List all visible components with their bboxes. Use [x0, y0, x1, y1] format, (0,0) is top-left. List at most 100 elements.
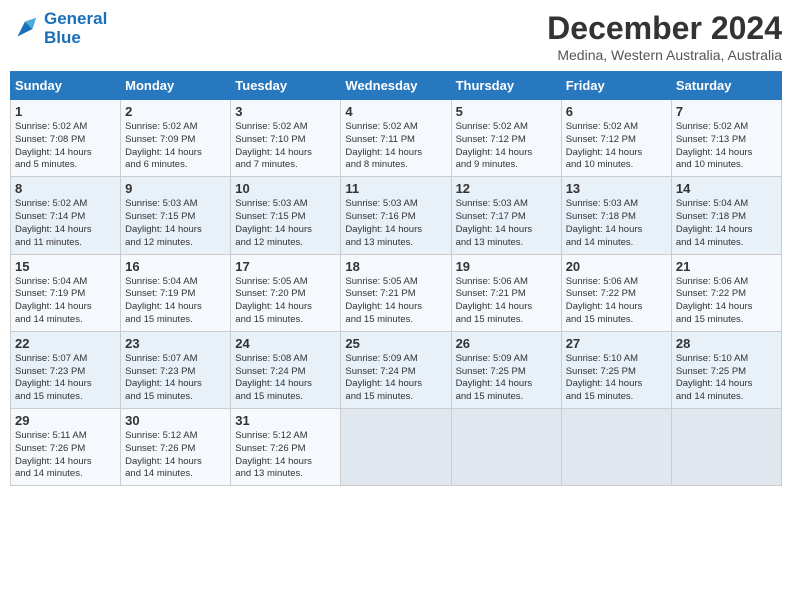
day-cell: 11Sunrise: 5:03 AM Sunset: 7:16 PM Dayli… [341, 177, 451, 254]
day-number: 19 [456, 259, 557, 274]
day-cell: 1 Sunrise: 5:02 AM Sunset: 7:08 PM Daylig… [11, 100, 121, 177]
day-info: Sunrise: 5:06 AM Sunset: 7:22 PM Dayligh… [566, 276, 667, 327]
day-number: 18 [345, 259, 446, 274]
day-cell: 7 Sunrise: 5:02 AM Sunset: 7:13 PM Daylig… [671, 100, 781, 177]
day-number: 8 [15, 181, 116, 196]
day-number: 5 [456, 104, 557, 119]
calendar-subtitle: Medina, Western Australia, Australia [547, 47, 782, 63]
header-cell-thursday: Thursday [451, 72, 561, 100]
day-info: Sunrise: 5:09 AM Sunset: 7:24 PM Dayligh… [345, 353, 446, 404]
week-row-4: 22Sunrise: 5:07 AM Sunset: 7:23 PM Dayli… [11, 331, 782, 408]
day-info: Sunrise: 5:03 AM Sunset: 7:17 PM Dayligh… [456, 198, 557, 249]
day-info: Sunrise: 5:05 AM Sunset: 7:21 PM Dayligh… [345, 276, 446, 327]
day-info: Sunrise: 5:03 AM Sunset: 7:16 PM Dayligh… [345, 198, 446, 249]
day-cell: 9 Sunrise: 5:03 AM Sunset: 7:15 PM Daylig… [121, 177, 231, 254]
day-number: 31 [235, 413, 336, 428]
day-info: Sunrise: 5:02 AM Sunset: 7:13 PM Dayligh… [676, 121, 777, 172]
header-row: SundayMondayTuesdayWednesdayThursdayFrid… [11, 72, 782, 100]
day-info: Sunrise: 5:10 AM Sunset: 7:25 PM Dayligh… [676, 353, 777, 404]
day-info: Sunrise: 5:03 AM Sunset: 7:15 PM Dayligh… [235, 198, 336, 249]
header-cell-friday: Friday [561, 72, 671, 100]
day-info: Sunrise: 5:03 AM Sunset: 7:18 PM Dayligh… [566, 198, 667, 249]
day-number: 1 [15, 104, 116, 119]
page-header: General Blue December 2024 Medina, Weste… [10, 10, 782, 63]
day-cell: 17 Sunrise: 5:05 AM Sunset: 7:20 PM Dayli… [231, 254, 341, 331]
day-cell: 18 Sunrise: 5:05 AM Sunset: 7:21 PM Dayli… [341, 254, 451, 331]
day-number: 30 [125, 413, 226, 428]
day-info: Sunrise: 5:09 AM Sunset: 7:25 PM Dayligh… [456, 353, 557, 404]
day-number: 3 [235, 104, 336, 119]
day-info: Sunrise: 5:04 AM Sunset: 7:19 PM Dayligh… [125, 276, 226, 327]
week-row-1: 1 Sunrise: 5:02 AM Sunset: 7:08 PM Daylig… [11, 100, 782, 177]
day-number: 26 [456, 336, 557, 351]
day-cell: 24 Sunrise: 5:08 AM Sunset: 7:24 PM Dayli… [231, 331, 341, 408]
day-info: Sunrise: 5:06 AM Sunset: 7:22 PM Dayligh… [676, 276, 777, 327]
day-number: 24 [235, 336, 336, 351]
day-cell: 30 Sunrise: 5:12 AM Sunset: 7:26 PM Dayli… [121, 409, 231, 486]
day-cell: 10 Sunrise: 5:03 AM Sunset: 7:15 PM Dayli… [231, 177, 341, 254]
day-info: Sunrise: 5:04 AM Sunset: 7:19 PM Dayligh… [15, 276, 116, 327]
day-info: Sunrise: 5:02 AM Sunset: 7:12 PM Dayligh… [456, 121, 557, 172]
day-cell: 16Sunrise: 5:04 AM Sunset: 7:19 PM Dayli… [121, 254, 231, 331]
day-cell [671, 409, 781, 486]
header-cell-wednesday: Wednesday [341, 72, 451, 100]
day-number: 21 [676, 259, 777, 274]
day-info: Sunrise: 5:02 AM Sunset: 7:12 PM Dayligh… [566, 121, 667, 172]
logo: General Blue [10, 10, 107, 47]
day-number: 7 [676, 104, 777, 119]
day-info: Sunrise: 5:03 AM Sunset: 7:15 PM Dayligh… [125, 198, 226, 249]
header-cell-tuesday: Tuesday [231, 72, 341, 100]
title-block: December 2024 Medina, Western Australia,… [547, 10, 782, 63]
day-info: Sunrise: 5:08 AM Sunset: 7:24 PM Dayligh… [235, 353, 336, 404]
logo-icon [10, 14, 40, 44]
day-cell: 22Sunrise: 5:07 AM Sunset: 7:23 PM Dayli… [11, 331, 121, 408]
calendar-header: SundayMondayTuesdayWednesdayThursdayFrid… [11, 72, 782, 100]
day-number: 28 [676, 336, 777, 351]
calendar-body: 1 Sunrise: 5:02 AM Sunset: 7:08 PM Daylig… [11, 100, 782, 486]
day-number: 17 [235, 259, 336, 274]
day-cell: 19Sunrise: 5:06 AM Sunset: 7:21 PM Dayli… [451, 254, 561, 331]
day-info: Sunrise: 5:10 AM Sunset: 7:25 PM Dayligh… [566, 353, 667, 404]
day-info: Sunrise: 5:11 AM Sunset: 7:26 PM Dayligh… [15, 430, 116, 481]
day-cell: 4Sunrise: 5:02 AM Sunset: 7:11 PM Daylig… [341, 100, 451, 177]
day-number: 23 [125, 336, 226, 351]
day-info: Sunrise: 5:02 AM Sunset: 7:11 PM Dayligh… [345, 121, 446, 172]
day-cell: 23Sunrise: 5:07 AM Sunset: 7:23 PM Dayli… [121, 331, 231, 408]
week-row-3: 15 Sunrise: 5:04 AM Sunset: 7:19 PM Dayli… [11, 254, 782, 331]
week-row-2: 8 Sunrise: 5:02 AM Sunset: 7:14 PM Daylig… [11, 177, 782, 254]
calendar-table: SundayMondayTuesdayWednesdayThursdayFrid… [10, 71, 782, 486]
day-number: 25 [345, 336, 446, 351]
day-info: Sunrise: 5:02 AM Sunset: 7:10 PM Dayligh… [235, 121, 336, 172]
day-number: 6 [566, 104, 667, 119]
day-cell [561, 409, 671, 486]
day-info: Sunrise: 5:07 AM Sunset: 7:23 PM Dayligh… [15, 353, 116, 404]
day-cell: 26 Sunrise: 5:09 AM Sunset: 7:25 PM Dayli… [451, 331, 561, 408]
week-row-5: 29Sunrise: 5:11 AM Sunset: 7:26 PM Dayli… [11, 409, 782, 486]
header-cell-monday: Monday [121, 72, 231, 100]
day-cell: 21 Sunrise: 5:06 AM Sunset: 7:22 PM Dayli… [671, 254, 781, 331]
day-number: 13 [566, 181, 667, 196]
day-info: Sunrise: 5:12 AM Sunset: 7:26 PM Dayligh… [235, 430, 336, 481]
logo-blue: Blue [44, 28, 81, 47]
day-number: 15 [15, 259, 116, 274]
day-number: 14 [676, 181, 777, 196]
calendar-title: December 2024 [547, 10, 782, 47]
day-cell: 27Sunrise: 5:10 AM Sunset: 7:25 PM Dayli… [561, 331, 671, 408]
day-info: Sunrise: 5:05 AM Sunset: 7:20 PM Dayligh… [235, 276, 336, 327]
day-number: 10 [235, 181, 336, 196]
day-info: Sunrise: 5:02 AM Sunset: 7:14 PM Dayligh… [15, 198, 116, 249]
day-cell: 20 Sunrise: 5:06 AM Sunset: 7:22 PM Dayli… [561, 254, 671, 331]
day-info: Sunrise: 5:02 AM Sunset: 7:08 PM Dayligh… [15, 121, 116, 172]
day-cell: 29Sunrise: 5:11 AM Sunset: 7:26 PM Dayli… [11, 409, 121, 486]
day-number: 9 [125, 181, 226, 196]
day-cell: 13 Sunrise: 5:03 AM Sunset: 7:18 PM Dayli… [561, 177, 671, 254]
day-info: Sunrise: 5:12 AM Sunset: 7:26 PM Dayligh… [125, 430, 226, 481]
day-number: 20 [566, 259, 667, 274]
day-info: Sunrise: 5:02 AM Sunset: 7:09 PM Dayligh… [125, 121, 226, 172]
header-cell-saturday: Saturday [671, 72, 781, 100]
day-cell [341, 409, 451, 486]
day-cell: 8 Sunrise: 5:02 AM Sunset: 7:14 PM Daylig… [11, 177, 121, 254]
day-number: 12 [456, 181, 557, 196]
header-cell-sunday: Sunday [11, 72, 121, 100]
day-info: Sunrise: 5:04 AM Sunset: 7:18 PM Dayligh… [676, 198, 777, 249]
